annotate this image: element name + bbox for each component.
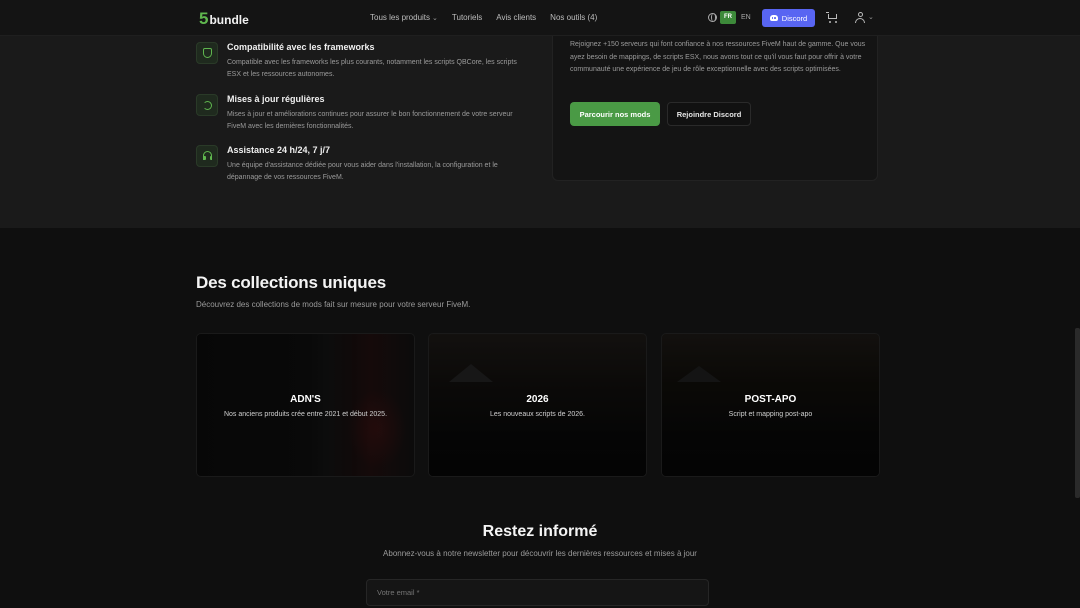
- globe-icon: [708, 13, 717, 22]
- collection-title: POST-APO: [744, 394, 797, 405]
- discord-icon: [769, 15, 778, 21]
- collection-card-post-apo[interactable]: POST-APO Script et mapping post-apo: [661, 333, 880, 477]
- nav-link-tutorials[interactable]: Tutoriels: [452, 13, 482, 22]
- page-scrollbar[interactable]: [1075, 328, 1080, 498]
- cta-text: Rejoignez +150 serveurs qui font confian…: [570, 41, 866, 74]
- feature-icon-box: [196, 94, 218, 116]
- cta-card: Rejoignez +150 serveurs qui font confian…: [552, 26, 878, 181]
- logo-word: bundle: [209, 13, 249, 27]
- feature-desc: Mises à jour et améliorations continues …: [227, 111, 513, 130]
- collections-subtitle: Découvrez des collections de mods fait s…: [196, 300, 471, 309]
- newsletter-email-input[interactable]: [366, 579, 709, 606]
- collection-desc: Script et mapping post-apo: [728, 411, 813, 418]
- collection-title: 2026: [526, 394, 549, 405]
- collection-desc: Nos anciens produits crée entre 2021 et …: [223, 411, 388, 418]
- nav-links: Tous les produits ⌄ Tutoriels Avis client…: [370, 13, 597, 22]
- discord-button[interactable]: Discord: [762, 9, 815, 27]
- collection-card-adns[interactable]: ADN'S Nos anciens produits crée entre 20…: [196, 333, 415, 477]
- feature-icon-box: [196, 145, 218, 167]
- collections-title: Des collections uniques: [196, 273, 387, 292]
- newsletter-subtitle: Abonnez-vous à notre newsletter pour déc…: [383, 549, 697, 558]
- nav-link-reviews[interactable]: Avis clients: [496, 13, 536, 22]
- nav-link-products[interactable]: Tous les produits ⌄: [370, 13, 438, 22]
- feature-icon-box: [196, 42, 218, 64]
- collection-card-2026[interactable]: 2026 Les nouveaux scripts de 2026.: [428, 333, 647, 477]
- top-navbar: 5 bundle Tous les produits ⌄ Tutoriels Av…: [0, 0, 1080, 36]
- user-icon[interactable]: [855, 12, 865, 23]
- collection-title: ADN'S: [290, 394, 321, 405]
- chevron-down-icon: ⌄: [432, 15, 438, 22]
- site-logo[interactable]: 5 bundle: [199, 9, 249, 29]
- feature-title: Mises à jour régulières: [227, 94, 325, 104]
- logo-number: 5: [199, 9, 209, 28]
- lang-fr-button[interactable]: FR: [720, 11, 736, 24]
- refresh-icon: [203, 101, 212, 110]
- join-discord-button[interactable]: Rejoindre Discord: [667, 102, 751, 126]
- feature-title: Assistance 24 h/24, 7 j/7: [227, 145, 331, 155]
- feature-title: Compatibilité avec les frameworks: [227, 42, 375, 52]
- feature-desc: Une équipe d'assistance dédiée pour vous…: [227, 162, 498, 181]
- newsletter-title: Restez informé: [482, 523, 598, 540]
- chevron-down-icon[interactable]: ⌄: [868, 13, 874, 21]
- browse-mods-button[interactable]: Parcourir nos mods: [570, 102, 660, 126]
- feature-desc: Compatible avec les frameworks les plus …: [227, 59, 517, 78]
- discord-button-label: Discord: [781, 13, 808, 23]
- nav-link-products-label: Tous les produits: [370, 13, 431, 22]
- headset-icon: [203, 151, 212, 160]
- shield-check-icon: [203, 48, 212, 58]
- nav-link-tools[interactable]: Nos outils (4): [550, 13, 597, 22]
- collection-desc: Les nouveaux scripts de 2026.: [490, 411, 585, 418]
- cart-icon[interactable]: [826, 12, 839, 24]
- lang-en-button[interactable]: EN: [741, 11, 751, 24]
- features-section: Compatibilité avec les frameworks Compat…: [0, 26, 1080, 228]
